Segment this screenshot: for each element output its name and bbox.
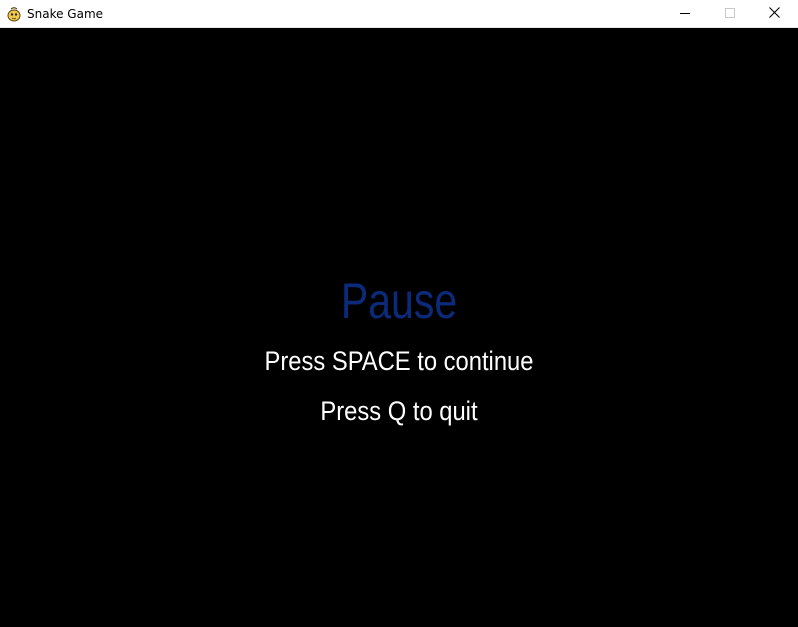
minimize-button[interactable]	[662, 0, 707, 28]
quit-hint: Press Q to quit	[320, 396, 478, 426]
pygame-snake-icon	[6, 6, 22, 22]
title-bar[interactable]: Snake Game	[0, 0, 798, 28]
maximize-button[interactable]	[707, 0, 752, 28]
game-canvas[interactable]: Pause Press SPACE to continue Press Q to…	[0, 28, 798, 627]
maximize-icon	[724, 5, 735, 23]
close-button[interactable]	[752, 0, 797, 28]
window-title: Snake Game	[27, 7, 104, 21]
close-icon	[769, 5, 780, 23]
pause-title: Pause	[340, 273, 458, 329]
app-window: Snake Game Pause Press SPACE to continue…	[0, 0, 798, 627]
continue-hint: Press SPACE to continue	[264, 346, 534, 376]
minimize-icon	[679, 5, 690, 23]
